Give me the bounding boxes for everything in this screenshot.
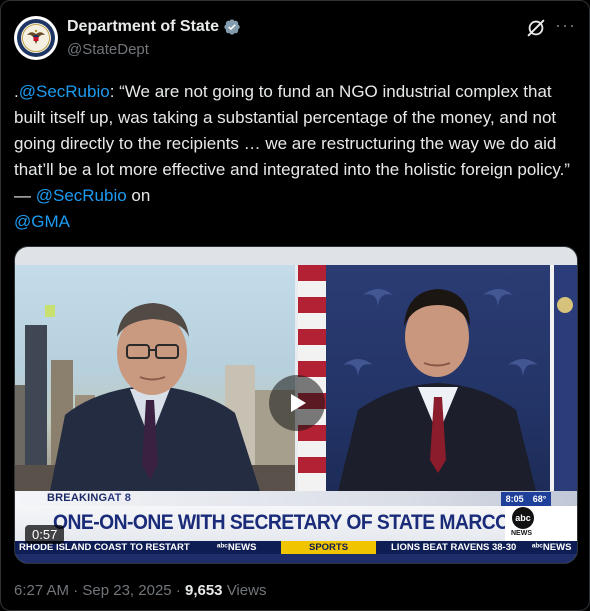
ticker-story: LIONS BEAT RAVENS 38-30 [391, 542, 517, 553]
play-button[interactable] [269, 375, 325, 431]
tweet-card: Department of State @StateDept ··· .@Sec… [0, 0, 590, 611]
grok-icon[interactable] [525, 17, 547, 39]
tweet-text: .@SecRubio: “We are not going to fund an… [14, 79, 576, 235]
mention-link[interactable]: @GMA [14, 212, 70, 231]
mention-link[interactable]: @SecRubio [36, 186, 127, 205]
avatar[interactable] [14, 16, 58, 60]
play-icon [291, 394, 306, 412]
views-count[interactable]: 9,653 [185, 582, 223, 599]
video-player[interactable]: BREAKINGAT 8 8:05 68° ONE-ON-ONE WITH SE… [14, 246, 578, 564]
state-seal-icon [17, 19, 55, 57]
guest-scene [298, 265, 577, 491]
ticker-sports-tag: SPORTS [281, 541, 377, 554]
interviewer-scene [15, 303, 295, 491]
breaking-time: AT 8 [107, 492, 132, 504]
post-date[interactable]: Sep 23, 2025 [82, 582, 171, 599]
post-time[interactable]: 6:27 AM [14, 582, 69, 599]
video-left-panel [15, 265, 295, 491]
headline: ONE-ON-ONE WITH SECRETARY OF STATE MARCO… [53, 511, 574, 534]
video-right-panel [298, 265, 577, 491]
news-ticker: RHODE ISLAND COAST TO RESTART ᵃᵇᶜNEWS SP… [15, 541, 577, 554]
video-top-strip [15, 247, 577, 265]
temperature: 68° [532, 494, 547, 504]
video-duration: 0:57 [25, 525, 65, 544]
views-label: Views [222, 582, 267, 599]
more-icon[interactable]: ··· [555, 15, 576, 36]
abc-news-label: NEWS [511, 530, 532, 537]
breaking-word: BREAKING [47, 492, 108, 504]
tweet-meta: 6:27 AM · Sep 23, 2025 · 9,653 Views [14, 582, 266, 599]
breaking-label: BREAKINGAT 8 [47, 492, 131, 504]
tweet-connector: on [126, 186, 151, 205]
separator: · [69, 582, 83, 599]
clock: 8:05 [505, 494, 524, 504]
abc-logo: abc [512, 507, 534, 529]
author-handle[interactable]: @StateDept [67, 41, 149, 58]
ticker-news-tag: ᵃᵇᶜNEWS [532, 542, 572, 553]
author-name[interactable]: Department of State [67, 18, 219, 36]
author-name-row[interactable]: Department of State [67, 18, 241, 36]
mention-link[interactable]: @SecRubio [19, 82, 110, 101]
ticker-news-label: NEWS [542, 542, 572, 553]
verified-badge-icon [224, 19, 240, 35]
ticker-news-label: NEWS [227, 542, 257, 553]
clock-box: 8:05 68° [501, 492, 551, 506]
separator: · [171, 582, 185, 599]
ticker-news-tag: ᵃᵇᶜNEWS [217, 542, 257, 553]
